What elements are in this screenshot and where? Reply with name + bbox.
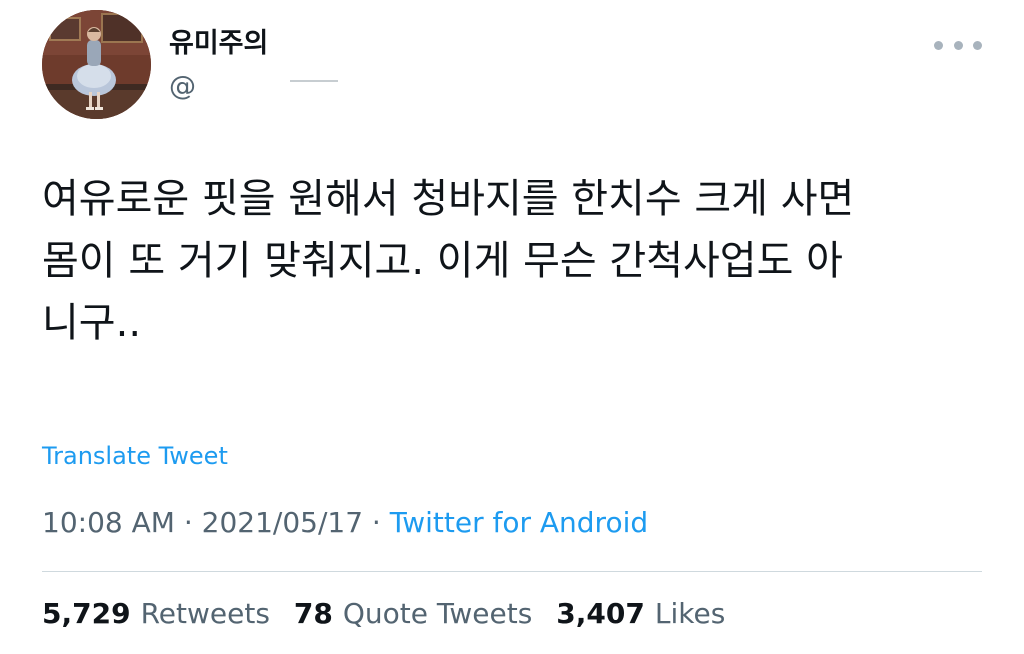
more-horizontal-icon-dot (973, 40, 982, 50)
tweet-stats: 5,729 Retweets 78 Quote Tweets 3,407 Likes (42, 596, 749, 632)
meta-separator: · (371, 506, 390, 539)
likes-label: Likes (654, 597, 726, 630)
tweet-source-link[interactable]: Twitter for Android (390, 506, 648, 539)
translate-tweet-link[interactable]: Translate Tweet (42, 440, 228, 472)
tweet-text-line: 몸이 또 거기 맞춰지고. 이게 무슨 간척사업도 아 (42, 238, 843, 284)
retweets-label: Retweets (140, 597, 270, 630)
tweet-date[interactable]: 2021/05/17 (202, 506, 363, 539)
meta-separator: · (183, 506, 202, 539)
more-options-button[interactable] (934, 30, 982, 60)
user-handle[interactable]: @ (169, 70, 196, 104)
quote-tweets-label: Quote Tweets (342, 597, 533, 630)
tweet-text-line: 여유로운 핏을 원해서 청바지를 한치수 크게 사면 (42, 176, 855, 222)
tweet-metadata: 10:08 AM · 2021/05/17 · Twitter for Andr… (42, 505, 648, 541)
more-horizontal-icon (934, 40, 943, 50)
likes-count: 3,407 (556, 597, 645, 630)
likes-stat[interactable]: 3,407 Likes (556, 596, 725, 632)
tweet-text: 여유로운 핏을 원해서 청바지를 한치수 크게 사면 몸이 또 거기 맞춰지고.… (42, 168, 992, 354)
more-horizontal-icon-dot (953, 40, 963, 50)
quote-tweets-count: 78 (293, 597, 333, 630)
divider (42, 571, 982, 572)
tweet-detail: 유미주의 @ 여유로운 핏을 원해서 청바지를 한치수 크게 사면 몸이 또 거… (0, 0, 1024, 654)
avatar[interactable] (42, 10, 151, 119)
display-name[interactable]: 유미주의 (169, 27, 268, 61)
retweets-count: 5,729 (42, 597, 131, 630)
handle-redaction (290, 80, 338, 82)
tweet-text-line: 니구.. (42, 300, 142, 346)
tweet-time[interactable]: 10:08 AM (42, 506, 175, 539)
avatar-image (42, 10, 151, 119)
retweets-stat[interactable]: 5,729 Retweets (42, 596, 270, 632)
quote-tweets-stat[interactable]: 78 Quote Tweets (294, 596, 532, 632)
